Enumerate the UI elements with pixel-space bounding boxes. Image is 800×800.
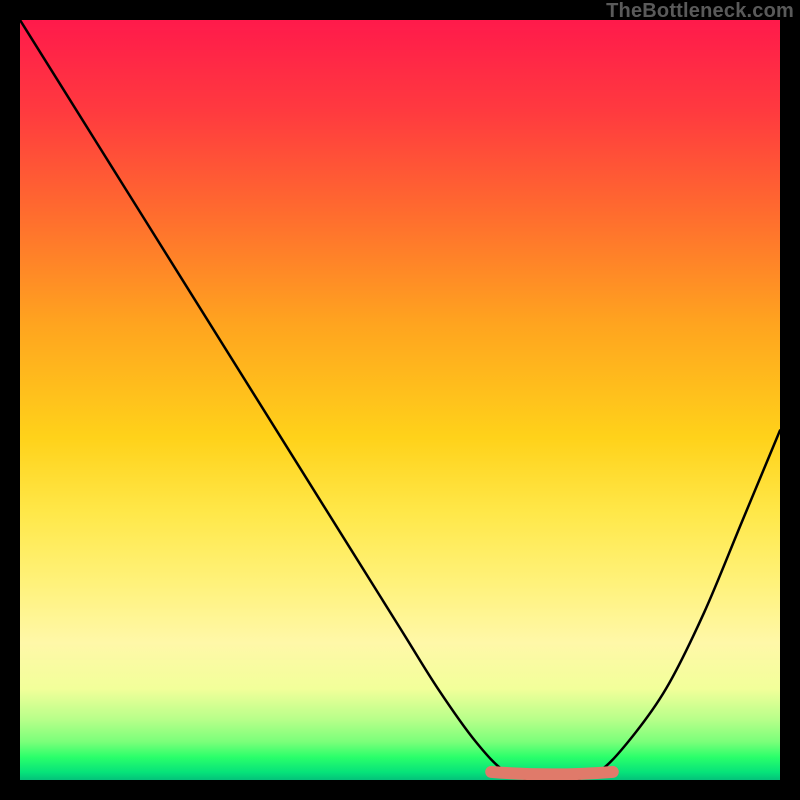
chart-svg bbox=[20, 20, 780, 780]
bottleneck-curve bbox=[20, 20, 780, 780]
plot-area bbox=[20, 20, 780, 780]
chart-stage: TheBottleneck.com bbox=[0, 0, 800, 800]
optimal-range-marker bbox=[491, 772, 613, 775]
